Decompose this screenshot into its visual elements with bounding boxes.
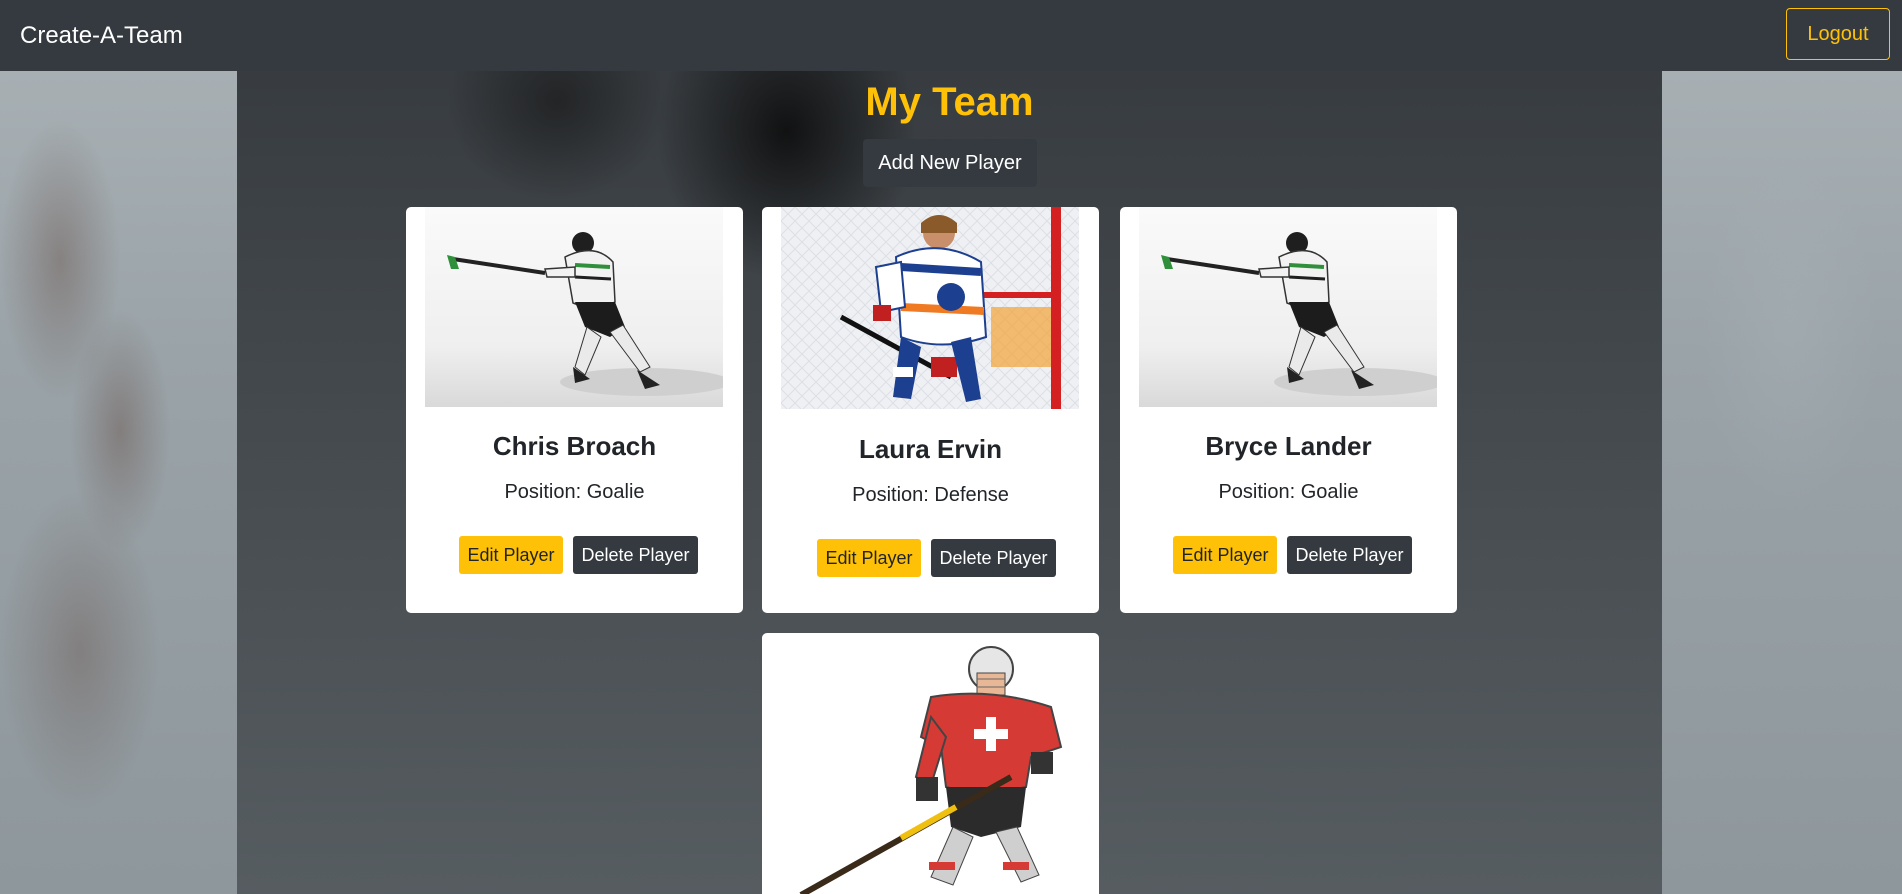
edit-player-button[interactable]: Edit Player: [459, 536, 563, 574]
player-position: Position: Goalie: [504, 481, 645, 503]
player-name: Chris Broach: [492, 431, 657, 461]
player-card: Laura Ervin Position: Defense Edit Playe…: [762, 207, 1099, 613]
player-card: Bryce Lander Position: Goalie Edit Playe…: [1120, 207, 1457, 613]
delete-player-button[interactable]: Delete Player: [1287, 536, 1412, 574]
delete-player-button[interactable]: Delete Player: [573, 536, 698, 574]
player-photo: [1139, 207, 1437, 407]
player-card: [762, 633, 1099, 894]
player-name: Laura Ervin: [858, 434, 1003, 464]
logout-button[interactable]: Logout: [1786, 8, 1890, 60]
player-position: Position: Defense: [852, 484, 1009, 506]
player-name: Bryce Lander: [1205, 431, 1372, 461]
player-photo: [781, 637, 1079, 894]
top-navbar: Create-A-Team Logout: [0, 0, 1902, 71]
edit-player-button[interactable]: Edit Player: [1173, 536, 1277, 574]
player-position: Position: Goalie: [1218, 481, 1359, 503]
add-new-player-button[interactable]: Add New Player: [863, 139, 1037, 187]
brand-link[interactable]: Create-A-Team: [20, 21, 183, 51]
player-photo: [425, 207, 723, 407]
player-photo: [781, 207, 1079, 409]
edit-player-button[interactable]: Edit Player: [817, 539, 921, 577]
delete-player-button[interactable]: Delete Player: [931, 539, 1056, 577]
page-title: My Team: [865, 80, 1034, 124]
player-card: Chris Broach Position: Goalie Edit Playe…: [406, 207, 743, 613]
